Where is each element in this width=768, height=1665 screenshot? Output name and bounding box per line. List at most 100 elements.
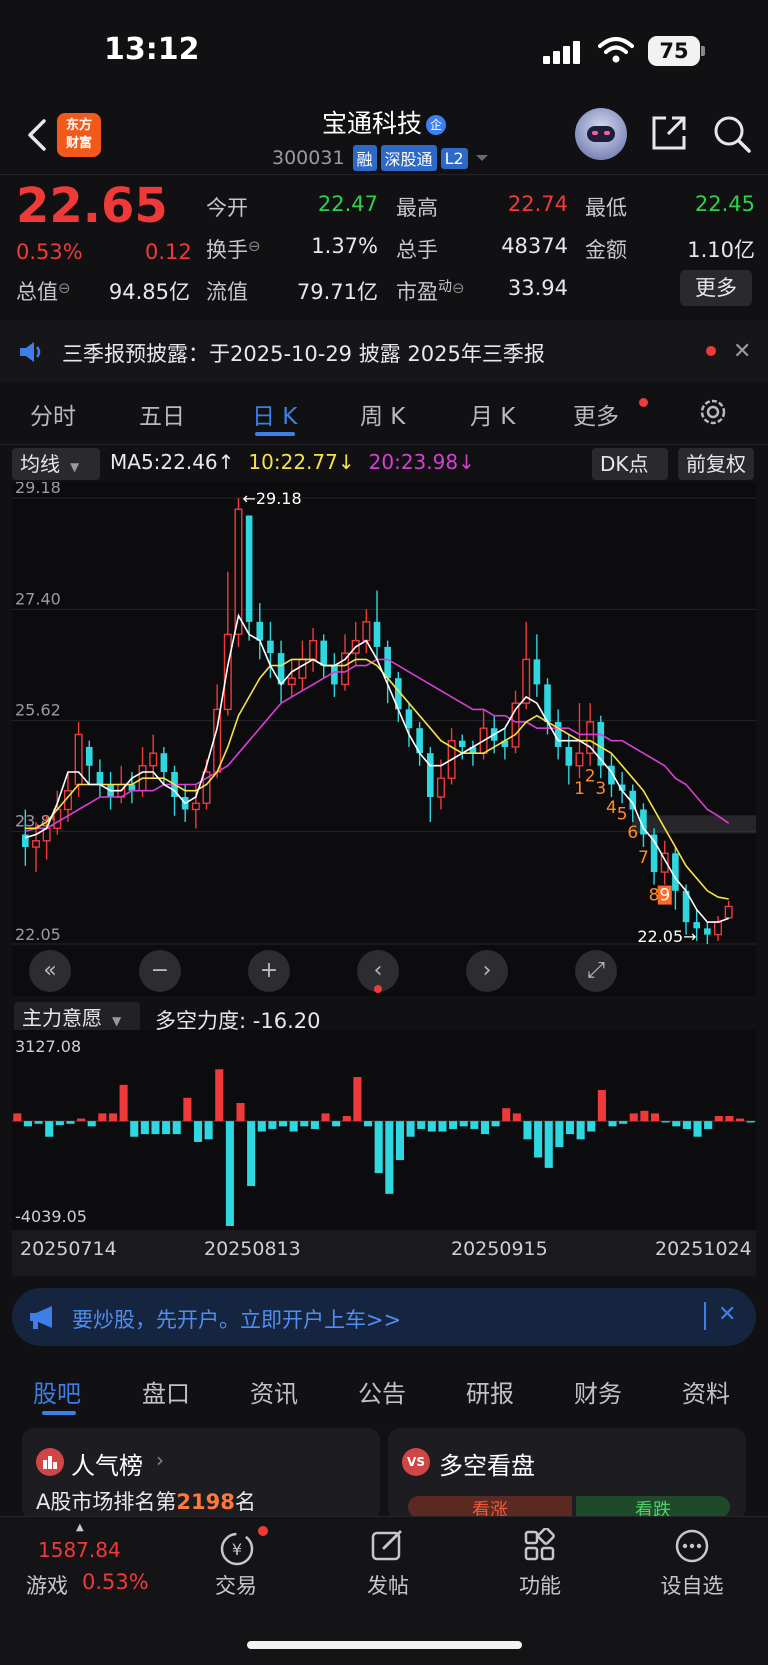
tab-finance[interactable]: 财务 <box>574 1374 622 1409</box>
candle-body <box>331 665 338 685</box>
indicator-bar <box>480 1121 490 1135</box>
index-value[interactable]: 1587.84 <box>38 1538 121 1562</box>
tab-weekly-k[interactable]: 周 K <box>360 397 405 431</box>
low-value: 22.45 <box>694 192 755 216</box>
info-icon: ⊖ <box>452 279 465 297</box>
svg-text:¥: ¥ <box>232 1540 242 1559</box>
float-cap-value: 79.71亿 <box>296 280 378 304</box>
indicator-bar <box>650 1113 660 1122</box>
tab-news[interactable]: 资讯 <box>250 1374 298 1409</box>
promo-text[interactable]: 要炒股，先开户。立即开户上车>> <box>72 1304 401 1334</box>
indicator-bar <box>172 1121 181 1135</box>
assistant-robot-avatar[interactable] <box>575 108 627 160</box>
status-time: 13:12 <box>104 32 200 67</box>
chart-rewind-button[interactable]: « <box>29 950 71 992</box>
nav-trade[interactable]: 交易 <box>186 1570 286 1600</box>
tab-five-day[interactable]: 五日 <box>139 397 185 431</box>
tab-daily-k[interactable]: 日 K <box>252 397 297 431</box>
tab-announcements[interactable]: 公告 <box>358 1374 406 1409</box>
battery-icon: 75 <box>648 36 700 66</box>
fullscreen-button[interactable]: ⤢ <box>575 950 617 992</box>
close-icon[interactable]: ✕ <box>718 1302 736 1327</box>
indicator-bar <box>523 1121 532 1140</box>
adjust-price-button[interactable]: 前复权 <box>678 448 754 480</box>
scroll-right-button[interactable]: › <box>466 950 508 992</box>
indicator-bar <box>587 1121 596 1132</box>
indicator-chart[interactable]: 3127.08 -4039.05 <box>12 1030 756 1230</box>
close-icon[interactable]: ✕ <box>733 339 751 364</box>
index-percent[interactable]: 0.53% <box>82 1570 149 1594</box>
tab-monthly-k[interactable]: 月 K <box>470 397 515 431</box>
kline-chart[interactable]: 29.1827.4025.6223.8522.05←29.1822.05→123… <box>12 482 756 996</box>
settings-gear-icon[interactable] <box>697 396 729 432</box>
y-tick-label: 29.18 <box>15 482 61 497</box>
functions-icon[interactable] <box>522 1527 558 1568</box>
indicator-bar <box>77 1118 86 1122</box>
unread-dot <box>706 346 716 356</box>
nav-post[interactable]: 发帖 <box>338 1570 438 1600</box>
tabs-divider <box>0 444 768 445</box>
tab-intraday[interactable]: 分时 <box>30 397 76 431</box>
candle-body <box>74 733 83 786</box>
indicator-bar <box>66 1121 75 1124</box>
trade-icon[interactable]: ¥ <box>218 1530 256 1572</box>
low-label: 最低 <box>585 196 627 220</box>
nine-turn-label: 1 <box>574 779 585 799</box>
index-label[interactable]: 游戏 <box>26 1570 68 1600</box>
info-icon: ⊖ <box>58 279 71 297</box>
nine-turn-label: 6 <box>627 823 638 843</box>
tab-research[interactable]: 研报 <box>466 1374 514 1409</box>
pe-label[interactable]: 市盈动⊖ <box>396 276 465 306</box>
candle-body <box>128 784 136 791</box>
dk-point-button[interactable]: DK点 <box>592 448 668 480</box>
candle-body <box>565 746 573 766</box>
ma10-arrow-icon: ↓ <box>337 450 355 474</box>
stock-code-row[interactable]: 300031 融 深股通 L2 <box>272 145 492 171</box>
indicator-bar <box>704 1121 713 1129</box>
candle-body <box>672 853 679 891</box>
market-cap-label[interactable]: 总值⊖ <box>16 276 71 306</box>
candle-body <box>704 928 711 935</box>
high-value: 22.74 <box>507 192 568 216</box>
bearish-button[interactable]: 看跌 <box>576 1496 730 1518</box>
megaphone-icon <box>28 1304 58 1334</box>
indicator-bar <box>406 1121 415 1137</box>
share-icon[interactable] <box>650 114 688 156</box>
nav-functions[interactable]: 功能 <box>490 1570 590 1600</box>
nine-turn-label: 5 <box>617 804 628 824</box>
ma-selector[interactable]: 均线 ▼ <box>12 448 100 480</box>
indicator-bar <box>353 1077 362 1122</box>
market-cap-value: 94.85亿 <box>108 280 190 304</box>
tab-more[interactable]: 更多 <box>573 397 619 431</box>
search-icon[interactable] <box>712 114 752 158</box>
ma20-value: 20:23.98 <box>368 450 459 474</box>
bullish-button[interactable]: 看涨 <box>408 1496 572 1518</box>
zoom-in-button[interactable]: + <box>248 950 290 992</box>
indicator-bar <box>629 1113 638 1122</box>
turnover-value: 1.37% <box>311 234 378 258</box>
wifi-icon <box>598 36 634 68</box>
date-axis-bg <box>12 1230 756 1276</box>
y-tick-label: 22.05 <box>15 925 61 944</box>
notice-text[interactable]: 三季报预披露：于2025-10-29 披露 2025年三季报 <box>62 338 545 368</box>
indicator-bar <box>576 1121 585 1140</box>
date-tick: 20250714 <box>20 1238 117 1260</box>
candle-body <box>533 659 541 685</box>
indicator-bar <box>565 1121 575 1135</box>
watchlist-more-icon[interactable] <box>674 1528 710 1568</box>
tab-orderbook[interactable]: 盘口 <box>142 1374 190 1409</box>
indicator-bar <box>342 1115 351 1122</box>
open-value: 22.47 <box>317 192 378 216</box>
more-quote-button[interactable]: 更多 <box>680 270 752 306</box>
connect-tag: 深股通 <box>380 145 437 171</box>
zoom-out-button[interactable]: − <box>139 950 181 992</box>
nav-add-watchlist[interactable]: 设自选 <box>642 1570 742 1600</box>
turnover-label[interactable]: 换手⊖ <box>206 234 261 264</box>
pe-value: 33.94 <box>507 276 568 300</box>
pe-dynamic-sup: 动 <box>438 279 452 295</box>
candle-body <box>320 640 328 666</box>
tab-guba[interactable]: 股吧 <box>33 1374 81 1409</box>
dropdown-caret-icon <box>475 155 488 161</box>
tab-profile[interactable]: 资料 <box>682 1374 730 1409</box>
post-icon[interactable] <box>370 1528 406 1568</box>
